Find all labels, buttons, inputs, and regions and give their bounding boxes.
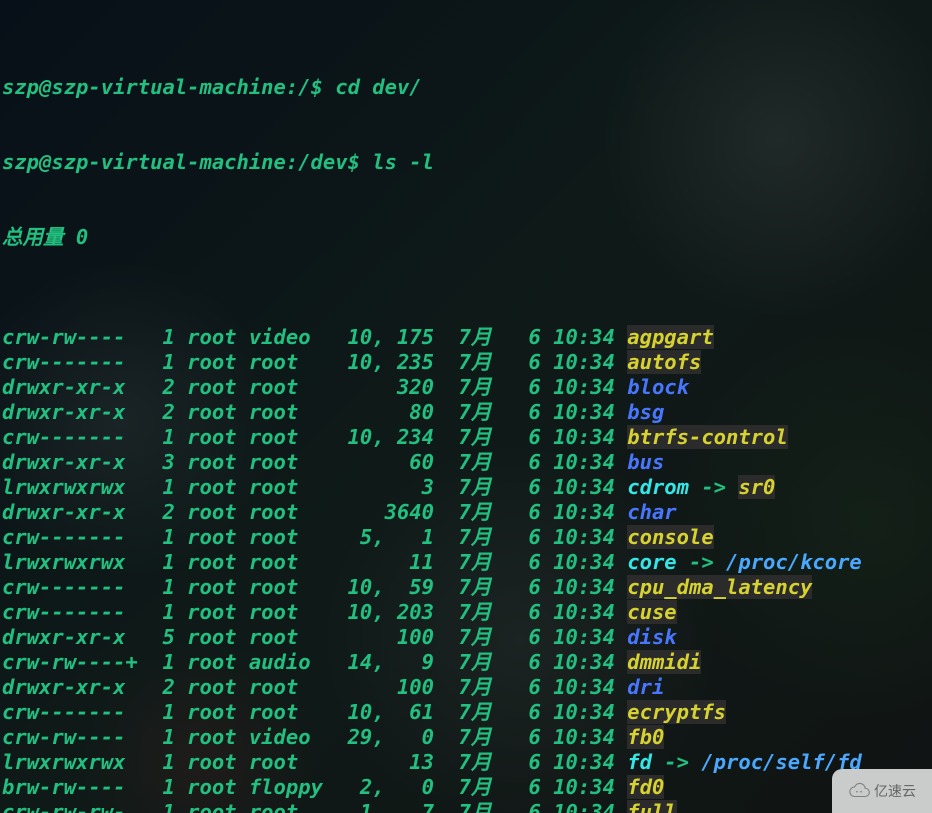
ls-row-meta: crw------- 1 root root 5, 1 7月 6 10:34 bbox=[2, 525, 627, 549]
ls-row-meta: crw------- 1 root root 10, 59 7月 6 10:34 bbox=[2, 575, 627, 599]
ls-row: drwxr-xr-x 2 root root 320 7月 6 10:34 bl… bbox=[2, 375, 930, 400]
ls-row: lrwxrwxrwx 1 root root 13 7月 6 10:34 fd … bbox=[2, 750, 930, 775]
total-line: 总用量 0 bbox=[2, 225, 930, 250]
symlink-arrow: -> bbox=[677, 550, 726, 574]
ls-entry-name: console bbox=[627, 525, 713, 549]
symlink-arrow: -> bbox=[689, 475, 738, 499]
ls-row-meta: crw-rw-rw- 1 root root 1, 7 7月 6 10:34 bbox=[2, 800, 627, 813]
ls-listing: crw-rw---- 1 root video 10, 175 7月 6 10:… bbox=[2, 325, 930, 813]
ls-row-meta: crw-rw----+ 1 root audio 14, 9 7月 6 10:3… bbox=[2, 650, 627, 674]
prompt-line: szp@szp-virtual-machine:/$ cd dev/ bbox=[2, 75, 930, 100]
ls-entry-name: fd0 bbox=[627, 775, 664, 799]
symlink-arrow: -> bbox=[652, 750, 701, 774]
ls-row: lrwxrwxrwx 1 root root 11 7月 6 10:34 cor… bbox=[2, 550, 930, 575]
cloud-icon bbox=[848, 782, 870, 800]
ls-entry-name: dri bbox=[627, 675, 664, 699]
watermark-text: 亿速云 bbox=[874, 779, 916, 804]
prompt-line: szp@szp-virtual-machine:/dev$ ls -l bbox=[2, 150, 930, 175]
ls-row-meta: drwxr-xr-x 5 root root 100 7月 6 10:34 bbox=[2, 625, 627, 649]
ls-entry-name: full bbox=[627, 800, 676, 813]
symlink-target: sr0 bbox=[738, 475, 775, 499]
ls-row: crw------- 1 root root 10, 59 7月 6 10:34… bbox=[2, 575, 930, 600]
ls-row: drwxr-xr-x 2 root root 80 7月 6 10:34 bsg bbox=[2, 400, 930, 425]
ls-entry-name: agpgart bbox=[627, 325, 713, 349]
ls-entry-name: fd bbox=[627, 750, 652, 774]
ls-row: crw------- 1 root root 10, 235 7月 6 10:3… bbox=[2, 350, 930, 375]
ls-entry-name: bsg bbox=[627, 400, 664, 424]
shell-cmd: cd dev/ bbox=[335, 75, 421, 99]
ls-row-meta: drwxr-xr-x 2 root root 3640 7月 6 10:34 bbox=[2, 500, 627, 524]
ls-entry-name: bus bbox=[627, 450, 664, 474]
ls-entry-name: btrfs-control bbox=[627, 425, 787, 449]
ls-entry-name: dmmidi bbox=[627, 650, 701, 674]
ls-row: drwxr-xr-x 3 root root 60 7月 6 10:34 bus bbox=[2, 450, 930, 475]
ls-row: drwxr-xr-x 2 root root 3640 7月 6 10:34 c… bbox=[2, 500, 930, 525]
ls-row: lrwxrwxrwx 1 root root 3 7月 6 10:34 cdro… bbox=[2, 475, 930, 500]
ls-row: crw------- 1 root root 5, 1 7月 6 10:34 c… bbox=[2, 525, 930, 550]
ls-row-meta: lrwxrwxrwx 1 root root 11 7月 6 10:34 bbox=[2, 550, 627, 574]
ls-entry-name: cuse bbox=[627, 600, 676, 624]
ls-row: crw-rw---- 1 root video 10, 175 7月 6 10:… bbox=[2, 325, 930, 350]
watermark: 亿速云 bbox=[832, 769, 932, 813]
ls-row: crw-rw-rw- 1 root root 1, 7 7月 6 10:34 f… bbox=[2, 800, 930, 813]
ls-row: crw-rw---- 1 root video 29, 0 7月 6 10:34… bbox=[2, 725, 930, 750]
ls-entry-name: char bbox=[627, 500, 676, 524]
symlink-target: /proc/kcore bbox=[726, 550, 862, 574]
terminal[interactable]: szp@szp-virtual-machine:/$ cd dev/ szp@s… bbox=[0, 0, 932, 813]
shell-prompt: szp@szp-virtual-machine:/$ bbox=[2, 75, 335, 99]
ls-row-meta: drwxr-xr-x 3 root root 60 7月 6 10:34 bbox=[2, 450, 627, 474]
ls-row-meta: crw------- 1 root root 10, 235 7月 6 10:3… bbox=[2, 350, 627, 374]
ls-entry-name: block bbox=[627, 375, 689, 399]
ls-row-meta: lrwxrwxrwx 1 root root 3 7月 6 10:34 bbox=[2, 475, 627, 499]
ls-row-meta: crw-rw---- 1 root video 29, 0 7月 6 10:34 bbox=[2, 725, 627, 749]
ls-entry-name: ecryptfs bbox=[627, 700, 726, 724]
ls-row: crw------- 1 root root 10, 61 7月 6 10:34… bbox=[2, 700, 930, 725]
ls-row: crw------- 1 root root 10, 203 7月 6 10:3… bbox=[2, 600, 930, 625]
ls-entry-name: disk bbox=[627, 625, 676, 649]
ls-row-meta: drwxr-xr-x 2 root root 100 7月 6 10:34 bbox=[2, 675, 627, 699]
ls-row-meta: crw-rw---- 1 root video 10, 175 7月 6 10:… bbox=[2, 325, 627, 349]
ls-entry-name: cdrom bbox=[627, 475, 689, 499]
ls-row-meta: lrwxrwxrwx 1 root root 13 7月 6 10:34 bbox=[2, 750, 627, 774]
ls-row-meta: crw------- 1 root root 10, 203 7月 6 10:3… bbox=[2, 600, 627, 624]
ls-row-meta: crw------- 1 root root 10, 234 7月 6 10:3… bbox=[2, 425, 627, 449]
ls-row: drwxr-xr-x 2 root root 100 7月 6 10:34 dr… bbox=[2, 675, 930, 700]
ls-entry-name: fb0 bbox=[627, 725, 664, 749]
ls-row-meta: drwxr-xr-x 2 root root 80 7月 6 10:34 bbox=[2, 400, 627, 424]
ls-row: drwxr-xr-x 5 root root 100 7月 6 10:34 di… bbox=[2, 625, 930, 650]
ls-entry-name: autofs bbox=[627, 350, 701, 374]
shell-cmd: ls -l bbox=[372, 150, 434, 174]
ls-row-meta: brw-rw---- 1 root floppy 2, 0 7月 6 10:34 bbox=[2, 775, 627, 799]
ls-row: crw-rw----+ 1 root audio 14, 9 7月 6 10:3… bbox=[2, 650, 930, 675]
ls-row-meta: crw------- 1 root root 10, 61 7月 6 10:34 bbox=[2, 700, 627, 724]
ls-row: brw-rw---- 1 root floppy 2, 0 7月 6 10:34… bbox=[2, 775, 930, 800]
ls-entry-name: cpu_dma_latency bbox=[627, 575, 812, 599]
ls-entry-name: core bbox=[627, 550, 676, 574]
shell-prompt: szp@szp-virtual-machine:/dev$ bbox=[2, 150, 372, 174]
ls-row-meta: drwxr-xr-x 2 root root 320 7月 6 10:34 bbox=[2, 375, 627, 399]
ls-row: crw------- 1 root root 10, 234 7月 6 10:3… bbox=[2, 425, 930, 450]
